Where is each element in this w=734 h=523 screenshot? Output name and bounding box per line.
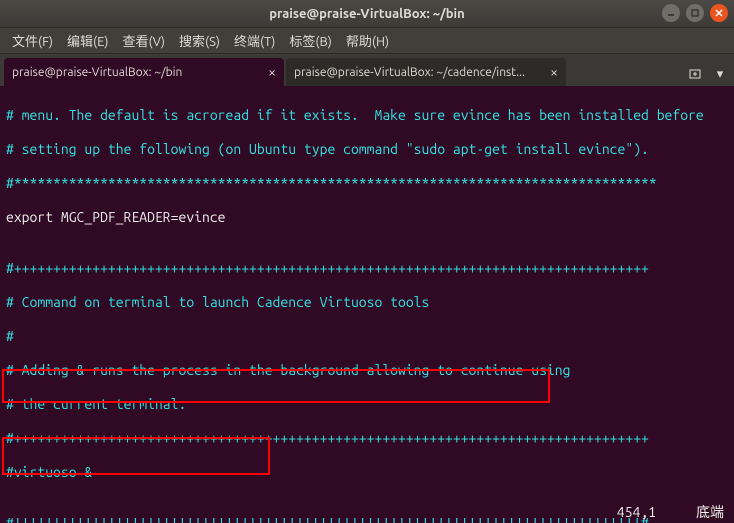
menu-help[interactable]: 帮助(H) bbox=[340, 28, 395, 53]
tab-0[interactable]: praise@praise-VirtualBox: ~/bin × bbox=[4, 58, 284, 86]
menu-edit[interactable]: 编辑(E) bbox=[61, 28, 114, 53]
cursor-position: 454,1 bbox=[617, 504, 656, 521]
term-line: # Adding & runs the process in the backg… bbox=[6, 362, 728, 379]
window-title-bar: praise@praise-VirtualBox: ~/bin bbox=[0, 0, 734, 28]
term-line: # the current terminal. bbox=[6, 396, 728, 413]
term-line: #***************************************… bbox=[6, 175, 728, 192]
tab-0-close-icon[interactable]: × bbox=[268, 64, 276, 80]
menu-view[interactable]: 查看(V) bbox=[117, 28, 171, 53]
window-controls bbox=[662, 4, 728, 22]
term-line: # menu. The default is acroread if it ex… bbox=[6, 107, 728, 124]
tab-1[interactable]: praise@praise-VirtualBox: ~/cadence/inst… bbox=[286, 58, 566, 86]
close-button[interactable] bbox=[710, 4, 728, 22]
scroll-position: 底端 bbox=[696, 504, 724, 521]
term-line: # bbox=[6, 328, 728, 345]
maximize-button[interactable] bbox=[686, 4, 704, 22]
term-line: export MGC_PDF_READER=evince bbox=[6, 209, 728, 226]
tab-dropdown-icon[interactable]: ▾ bbox=[710, 62, 730, 86]
menu-bar: 文件(F) 编辑(E) 查看(V) 搜索(S) 终端(T) 标签(B) 帮助(H… bbox=[0, 28, 734, 54]
new-tab-button[interactable] bbox=[682, 62, 708, 86]
tab-1-close-icon[interactable]: × bbox=[550, 64, 558, 80]
vim-status-bar: 454,1 底端 bbox=[617, 504, 724, 521]
menu-search[interactable]: 搜索(S) bbox=[173, 28, 226, 53]
term-line: # Command on terminal to launch Cadence … bbox=[6, 294, 728, 311]
menu-terminal[interactable]: 终端(T) bbox=[228, 28, 281, 53]
tabs-bar: praise@praise-VirtualBox: ~/bin × praise… bbox=[0, 54, 734, 86]
tab-0-label: praise@praise-VirtualBox: ~/bin bbox=[12, 66, 262, 79]
menu-tabs[interactable]: 标签(B) bbox=[283, 28, 337, 53]
window-title: praise@praise-VirtualBox: ~/bin bbox=[0, 7, 734, 21]
menu-file[interactable]: 文件(F) bbox=[6, 28, 59, 53]
term-line: #+++++++++++++++++++++++++++++++++++++++… bbox=[6, 260, 728, 277]
term-line: #+++++++++++++++++++++++++++++++++++++++… bbox=[6, 430, 728, 447]
minimize-button[interactable] bbox=[662, 4, 680, 22]
terminal-content[interactable]: # menu. The default is acroread if it ex… bbox=[0, 86, 734, 523]
tab-1-label: praise@praise-VirtualBox: ~/cadence/inst… bbox=[294, 66, 544, 79]
term-line: # setting up the following (on Ubuntu ty… bbox=[6, 141, 728, 158]
term-line: #virtuoso & bbox=[6, 464, 728, 481]
